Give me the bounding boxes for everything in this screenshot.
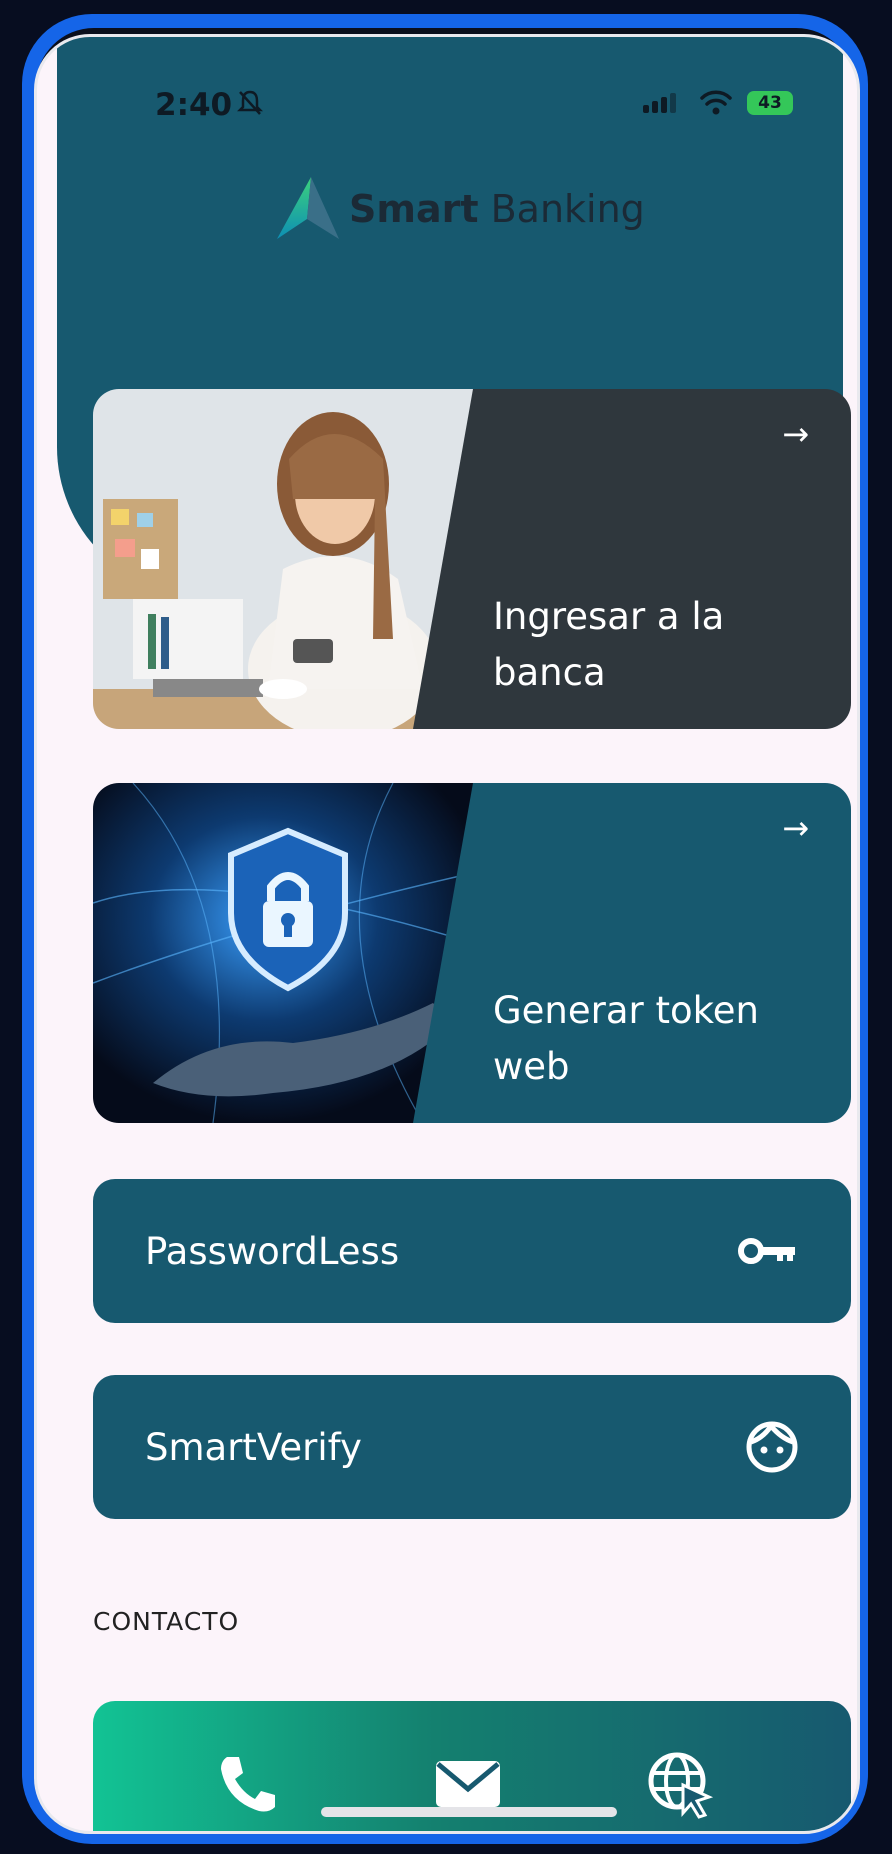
login-card[interactable]: → Ingresar a la banca bbox=[93, 389, 851, 729]
face-icon bbox=[746, 1421, 798, 1473]
status-time: 2:40 bbox=[155, 87, 233, 123]
brand-name: Smart Banking bbox=[349, 187, 645, 231]
button-label: SmartVerify bbox=[145, 1425, 362, 1469]
battery-indicator: 43 bbox=[747, 91, 793, 115]
arrow-right-icon: → bbox=[782, 809, 809, 847]
token-card[interactable]: → Generar token web bbox=[93, 783, 851, 1123]
cellular-signal-icon bbox=[643, 93, 676, 113]
app-logo: Smart Banking bbox=[277, 177, 645, 241]
contact-section-label: CONTACTO bbox=[93, 1607, 240, 1636]
battery-level: 43 bbox=[758, 93, 782, 113]
brand-logo-icon bbox=[277, 177, 339, 239]
smartverify-button[interactable]: SmartVerify bbox=[93, 1375, 851, 1519]
key-icon bbox=[738, 1238, 795, 1264]
card-title: Ingresar a la banca bbox=[493, 595, 725, 694]
web-icon[interactable] bbox=[645, 1749, 715, 1819]
phone-icon[interactable] bbox=[213, 1749, 283, 1819]
card-title: Generar token web bbox=[493, 989, 759, 1088]
button-label: PasswordLess bbox=[145, 1229, 400, 1273]
passwordless-button[interactable]: PasswordLess bbox=[93, 1179, 851, 1323]
status-bar: 2:40 43 bbox=[37, 37, 857, 137]
woman-with-phone-image bbox=[93, 389, 473, 729]
security-shield-image bbox=[93, 783, 473, 1123]
home-indicator[interactable] bbox=[321, 1807, 617, 1817]
arrow-right-icon: → bbox=[782, 415, 809, 453]
app-screen: 2:40 43 Smart Banking → Ingresar a la ba… bbox=[34, 34, 860, 1834]
wifi-icon bbox=[700, 90, 732, 115]
silent-bell-icon bbox=[236, 89, 264, 124]
